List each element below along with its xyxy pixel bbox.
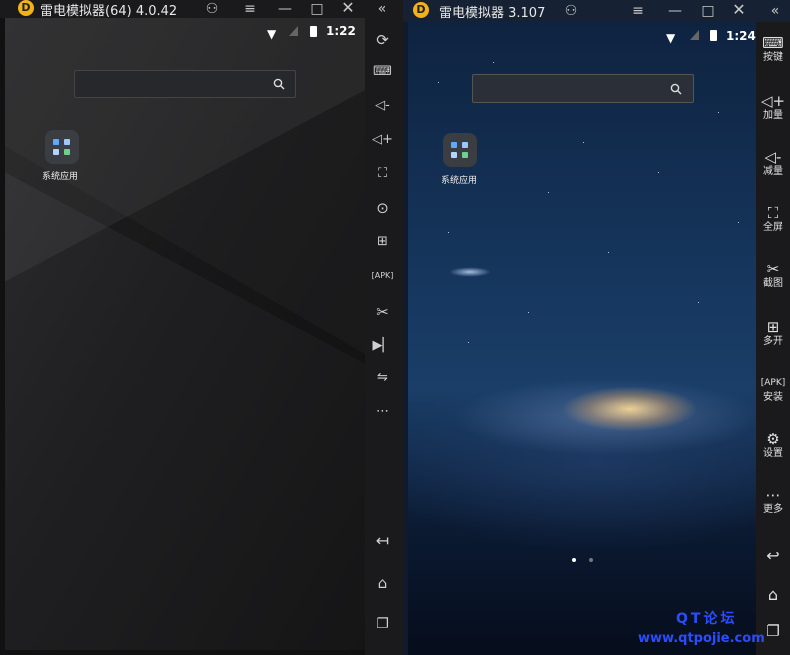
close-icon[interactable]: ✕ bbox=[338, 0, 358, 17]
search-icon bbox=[273, 78, 285, 90]
share-icon[interactable]: ⇋ bbox=[365, 368, 400, 388]
status-time: 1:22 bbox=[326, 24, 356, 38]
volume-down-icon: ◁- bbox=[764, 148, 782, 166]
gamepad-icon[interactable]: ⚇ bbox=[202, 0, 222, 18]
keyboard-icon[interactable]: ⌨ bbox=[365, 62, 400, 82]
right-side-toolbar: ⌨ 按键 ◁+ 加量 ◁- 减量 ⛶ 全屏 ✂ 截图 ⊞ 多开 [APK] 安装… bbox=[756, 22, 790, 655]
collapse-icon[interactable]: « bbox=[765, 2, 785, 20]
left-side-toolbar: ⟳ ⌨ ◁- ◁+ ⛶ ⊙ ⊞ [APK] ✂ ▶▏ ⇋ ⋯ ↤ ⌂ ❐ bbox=[365, 18, 400, 655]
maximize-icon[interactable]: □ bbox=[307, 0, 327, 18]
left-title-bar: D 雷电模拟器(64) 4.0.42 ⚇ ≡ — □ ✕ « bbox=[0, 0, 400, 19]
status-time: 1:24 bbox=[726, 29, 756, 43]
app-logo-icon: D bbox=[413, 2, 429, 18]
page-dot[interactable] bbox=[589, 558, 593, 562]
fullscreen-icon[interactable]: ⛶ bbox=[365, 164, 400, 184]
toolbar-item-apk-install[interactable]: [APK] 安装 bbox=[756, 374, 790, 404]
more-icon[interactable]: ⋯ bbox=[365, 402, 400, 422]
settings-icon: ⚙ bbox=[766, 430, 780, 448]
back-icon[interactable]: ↤ bbox=[365, 531, 400, 551]
multi-open-icon[interactable]: ⊞ bbox=[365, 232, 400, 252]
page-dot-active[interactable] bbox=[572, 558, 576, 562]
right-emulator-window: D 雷电模拟器 3.107 ⚇ ≡ — □ ✕ « ▼ 1:24 系统应用 ⌨ … bbox=[403, 0, 790, 655]
menu-icon[interactable]: ≡ bbox=[628, 2, 648, 20]
screenshot-icon: ✂ bbox=[766, 260, 780, 278]
search-icon bbox=[670, 83, 682, 95]
volume-down-icon[interactable]: ◁- bbox=[365, 96, 400, 116]
toolbar-item-keyboard[interactable]: ⌨ 按键 bbox=[756, 34, 790, 64]
fullscreen-icon: ⛶ bbox=[767, 204, 779, 222]
volume-up-icon[interactable]: ◁+ bbox=[365, 130, 400, 150]
search-bar[interactable] bbox=[472, 74, 694, 103]
left-android-screen: ▼ 1:22 系统应用 bbox=[5, 18, 365, 650]
right-title-bar: D 雷电模拟器 3.107 ⚇ ≡ — □ ✕ « bbox=[403, 0, 790, 22]
search-bar[interactable] bbox=[74, 70, 296, 98]
toolbar-item-multi-open[interactable]: ⊞ 多开 bbox=[756, 318, 790, 348]
toolbar-item-more[interactable]: ⋯ 更多 bbox=[756, 486, 790, 516]
app-label: 系统应用 bbox=[42, 172, 79, 182]
collapse-icon[interactable]: « bbox=[372, 0, 392, 18]
app-label: 系统应用 bbox=[441, 176, 478, 186]
system-apps-folder-icon[interactable] bbox=[45, 130, 79, 164]
apk-install-icon[interactable]: [APK] bbox=[365, 266, 400, 286]
close-icon[interactable]: ✕ bbox=[729, 1, 749, 19]
window-title: 雷电模拟器(64) 4.0.42 bbox=[40, 4, 178, 19]
keyboard-icon: ⌨ bbox=[762, 34, 784, 52]
toolbar-item-screenshot[interactable]: ✂ 截图 bbox=[756, 260, 790, 290]
sync-icon[interactable]: ⟳ bbox=[365, 30, 400, 50]
battery-icon bbox=[710, 30, 717, 41]
toolbar-item-volume-down[interactable]: ◁- 减量 bbox=[756, 148, 790, 178]
right-android-screen: ▼ 1:24 系统应用 bbox=[408, 22, 756, 655]
gamepad-icon[interactable]: ⚇ bbox=[561, 2, 581, 20]
signal-icon bbox=[289, 26, 298, 36]
video-icon[interactable]: ▶▏ bbox=[365, 336, 400, 356]
app-logo-icon: D bbox=[18, 0, 34, 16]
wifi-icon: ▼ bbox=[666, 31, 676, 45]
signal-icon bbox=[690, 30, 699, 40]
system-apps-folder-icon[interactable] bbox=[443, 133, 477, 167]
minimize-icon[interactable]: — bbox=[665, 2, 685, 20]
toolbar-item-settings[interactable]: ⚙ 设置 bbox=[756, 430, 790, 460]
more-icon: ⋯ bbox=[765, 486, 781, 504]
home-icon[interactable]: ⌂ bbox=[365, 573, 400, 593]
apk-install-icon: [APK] bbox=[760, 378, 786, 388]
watermark-title: QT论坛 bbox=[676, 611, 738, 627]
wifi-icon: ▼ bbox=[267, 27, 277, 41]
volume-up-icon: ◁+ bbox=[760, 92, 786, 110]
screenshot-icon[interactable]: ✂ bbox=[365, 302, 400, 322]
record-icon[interactable]: ⊙ bbox=[365, 198, 400, 218]
maximize-icon[interactable]: □ bbox=[698, 2, 718, 20]
toolbar-item-volume-up[interactable]: ◁+ 加量 bbox=[756, 92, 790, 122]
left-emulator-window: D 雷电模拟器(64) 4.0.42 ⚇ ≡ — □ ✕ « ▼ 1:22 系统… bbox=[0, 0, 400, 655]
minimize-icon[interactable]: — bbox=[275, 0, 295, 18]
window-title: 雷电模拟器 3.107 bbox=[439, 6, 546, 21]
watermark-url: www.qtpojie.com bbox=[638, 631, 765, 646]
toolbar-item-fullscreen[interactable]: ⛶ 全屏 bbox=[756, 204, 790, 234]
multi-open-icon: ⊞ bbox=[766, 318, 780, 336]
recents-icon[interactable]: ❐ bbox=[365, 614, 400, 634]
battery-icon bbox=[310, 26, 317, 37]
home-icon[interactable]: ⌂ bbox=[756, 585, 790, 604]
back-icon[interactable]: ↩ bbox=[756, 546, 790, 565]
menu-icon[interactable]: ≡ bbox=[240, 0, 260, 18]
